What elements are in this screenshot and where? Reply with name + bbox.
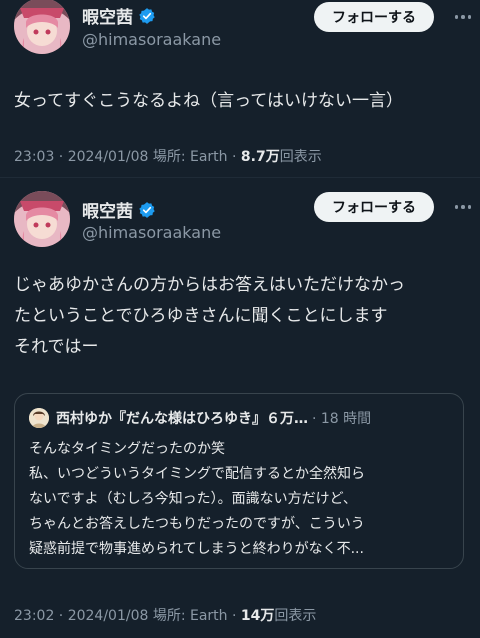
handle[interactable]: @himasoraakane <box>82 223 221 242</box>
timestamp-location[interactable]: 23:03 · 2024/01/08 場所: Earth · <box>14 149 241 165</box>
name-row: 暇空茜 <box>82 3 156 28</box>
avatar[interactable] <box>14 0 70 54</box>
tweet-text-line: たということでひろゆきさんに聞くことにします <box>14 306 388 326</box>
tweet-text-line: 女ってすぐこうなるよね（言ってはいけない一言） <box>14 91 403 111</box>
quoted-text-line: ないですよ（むしろ今知った）。面識ない方だけど、 <box>29 491 357 507</box>
timestamp-location[interactable]: 23:02 · 2024/01/08 場所: Earth · <box>14 608 241 624</box>
tweet-text-line: それではー <box>14 337 99 357</box>
verified-badge-icon <box>139 201 155 218</box>
quoted-time[interactable]: · 18 時間 <box>312 408 371 428</box>
quoted-avatar <box>29 408 49 428</box>
quoted-text: そんなタイミングだったのか笑 私、いつどういうタイミングで配信するとか全然知ら … <box>29 437 365 562</box>
tweet-meta: 23:03 · 2024/01/08 場所: Earth · 8.7万回表示 <box>14 146 322 166</box>
tweet-meta: 23:02 · 2024/01/08 場所: Earth · 14万回表示 <box>14 605 316 625</box>
follow-button[interactable]: フォローする <box>314 192 434 222</box>
avatar[interactable] <box>14 191 70 247</box>
views-count: 14万 <box>240 608 275 624</box>
quoted-text-line: 疑惑前提で物事進められてしまうと終わりがなく不... <box>29 541 364 557</box>
views-label: 回表示 <box>279 149 322 165</box>
handle[interactable]: @himasoraakane <box>82 30 221 49</box>
name-row: 暇空茜 <box>82 197 156 222</box>
quoted-tweet[interactable]: 西村ゆか『だんな様はひろゆき』６万… · 18 時間 そんなタイミングだったのか… <box>14 393 464 569</box>
more-dots-icon[interactable] <box>452 6 474 28</box>
quoted-text-line: 私、いつどういうタイミングで配信するとか全然知ら <box>29 466 365 482</box>
views-count: 8.7万 <box>240 149 280 165</box>
display-name[interactable]: 暇空茜 <box>82 197 133 222</box>
follow-button[interactable]: フォローする <box>314 2 434 32</box>
verified-badge-icon <box>139 7 155 24</box>
tweet-1: 暇空茜 @himasoraakane フォローする 女ってすぐこうなるよね（言っ… <box>0 0 480 178</box>
quoted-tweet-header: 西村ゆか『だんな様はひろゆき』６万… · 18 時間 <box>29 408 371 428</box>
quoted-text-line: そんなタイミングだったのか笑 <box>29 441 225 457</box>
quoted-text-line: ちゃんとお答えしたつもりだったのですが、こういう <box>29 516 365 532</box>
display-name[interactable]: 暇空茜 <box>82 3 133 28</box>
tweet-text: 女ってすぐこうなるよね（言ってはいけない一言） <box>14 86 403 117</box>
tweet-text-line: じゃあゆかさんの方からはお答えはいただけなかっ <box>14 275 405 295</box>
tweet-text: じゃあゆかさんの方からはお答えはいただけなかっ たということでひろゆきさんに聞く… <box>14 270 405 363</box>
views-label: 回表示 <box>274 608 317 624</box>
more-dots-icon[interactable] <box>452 196 474 218</box>
quoted-author[interactable]: 西村ゆか『だんな様はひろゆき』６万… <box>56 408 308 428</box>
tweet-2: 暇空茜 @himasoraakane フォローする じゃあゆかさんの方からはお答… <box>0 178 480 638</box>
